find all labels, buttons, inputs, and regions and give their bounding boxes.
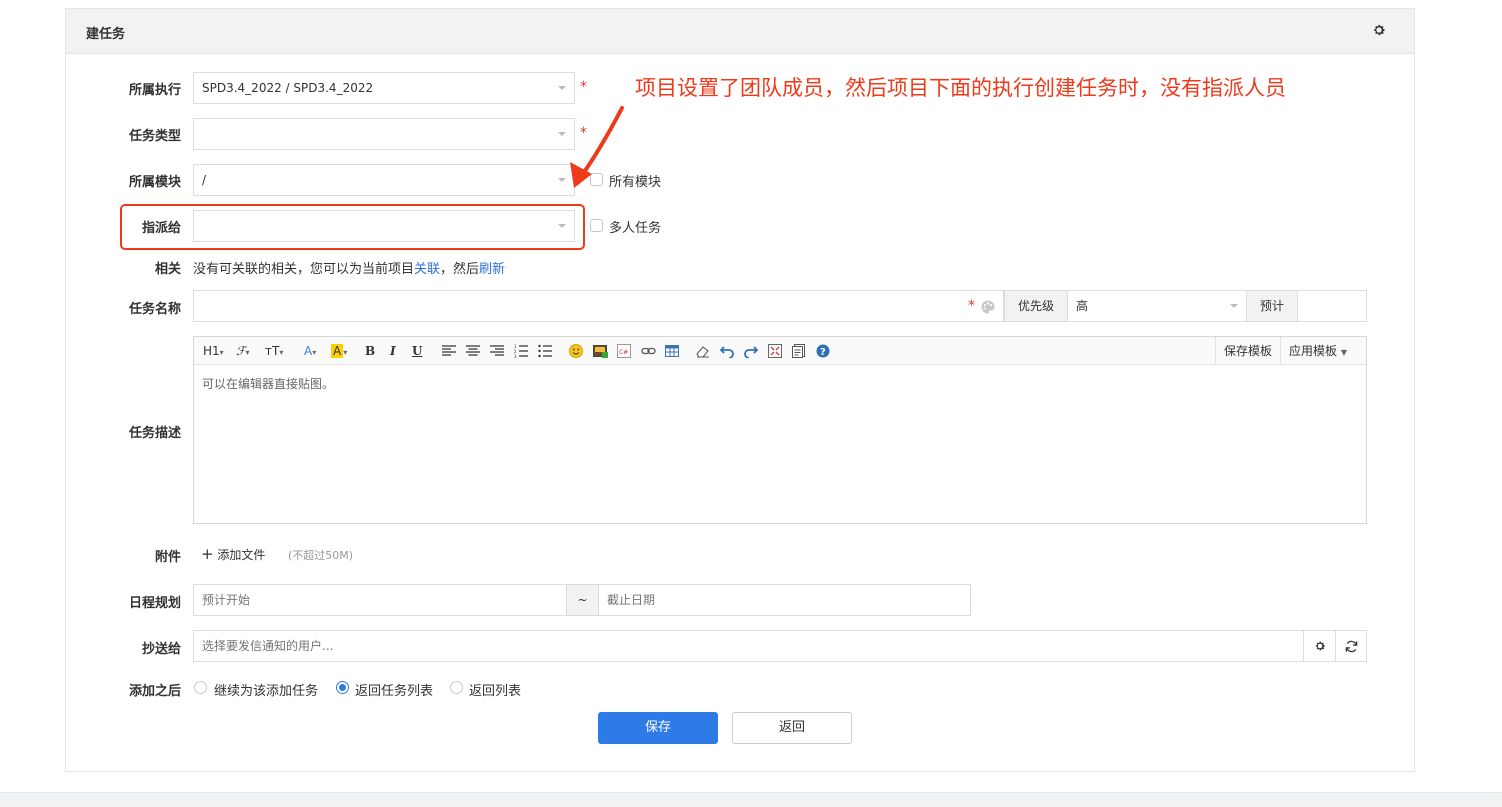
font-color-button[interactable]: A▾: [304, 343, 316, 359]
related-middle: ，然后: [440, 262, 480, 277]
unordered-list-icon[interactable]: [538, 344, 552, 358]
radio-back-to-list[interactable]: [450, 681, 463, 694]
execution-value: SPD3.4_2022 / SPD3.4_2022: [202, 81, 374, 95]
multi-task-label: 多人任务: [609, 221, 662, 236]
italic-button[interactable]: I: [390, 343, 396, 359]
bg-color-text: A: [331, 344, 344, 358]
editor-placeholder: 可以在编辑器直接贴图。: [202, 377, 335, 391]
radio-back-to-task-list-label: 返回任务列表: [355, 684, 434, 699]
panel-header: 建任务: [66, 9, 1414, 54]
palette-icon[interactable]: [980, 299, 996, 315]
back-button[interactable]: 返回: [732, 712, 852, 744]
rich-text-editor[interactable]: H1▾ ℱ▾ тT▾ A▾ A ▾ B I U 123 C# ? 保存模板 应用…: [193, 336, 1367, 524]
execution-select[interactable]: SPD3.4_2022 / SPD3.4_2022: [193, 72, 575, 104]
eraser-icon[interactable]: [696, 344, 710, 358]
add-file-button[interactable]: + 添加文件: [201, 546, 265, 563]
radio-continue-label: 继续为该添加任务: [214, 684, 319, 699]
font-size-button[interactable]: тT▾: [265, 343, 283, 359]
task-name-input[interactable]: [193, 290, 1004, 322]
end-date-input[interactable]: [598, 584, 971, 616]
save-template-button[interactable]: 保存模板: [1214, 337, 1280, 365]
module-label: 所属模块: [128, 175, 181, 190]
multi-task-checkbox[interactable]: [590, 219, 603, 232]
cc-label: 抄送给: [141, 642, 181, 657]
priority-addon: 优先级: [1004, 290, 1068, 322]
link-related[interactable]: 关联: [414, 262, 440, 277]
bold-button[interactable]: B: [365, 343, 375, 359]
code-icon[interactable]: C#: [617, 344, 631, 358]
page-footer-bar: [0, 792, 1502, 807]
bg-color-button[interactable]: A ▾: [331, 343, 347, 359]
related-text: 没有可关联的相关，您可以为当前项目关联，然后刷新: [193, 258, 505, 277]
table-icon[interactable]: [665, 344, 679, 358]
align-center-icon[interactable]: [466, 345, 480, 357]
radio-back-to-task-list[interactable]: [336, 681, 349, 694]
start-date-input[interactable]: [193, 584, 567, 616]
plus-icon: +: [201, 545, 214, 563]
svg-text:C#: C#: [619, 349, 628, 356]
attachment-label: 附件: [154, 550, 181, 565]
radio-back-to-list-label: 返回列表: [469, 684, 522, 699]
template-icon[interactable]: [792, 344, 806, 358]
align-left-icon[interactable]: [442, 345, 456, 357]
link-refresh[interactable]: 刷新: [479, 262, 505, 277]
cc-refresh-button[interactable]: [1335, 630, 1367, 662]
task-type-label: 任务类型: [128, 129, 181, 144]
estimate-addon: 预计: [1246, 290, 1298, 322]
chevron-down-icon: [558, 86, 566, 90]
font-size-text: тT: [265, 344, 280, 358]
annotation-highlight-box: [120, 204, 585, 250]
annotation-arrow-icon: [570, 106, 624, 188]
font-color-text: A: [304, 344, 313, 358]
priority-value: 高: [1076, 299, 1089, 313]
apply-template-label: 应用模板: [1289, 344, 1338, 358]
image-icon[interactable]: [593, 344, 608, 358]
task-type-select[interactable]: [193, 118, 575, 150]
priority-select[interactable]: 高: [1067, 290, 1247, 322]
required-mark: *: [968, 298, 975, 314]
refresh-icon: [1345, 640, 1357, 653]
description-label: 任务描述: [128, 426, 181, 441]
panel-title: 建任务: [86, 27, 126, 42]
gear-icon: [1315, 641, 1325, 651]
help-icon[interactable]: ?: [816, 344, 830, 358]
underline-button[interactable]: U: [412, 343, 422, 359]
heading-button[interactable]: H1▾: [203, 343, 224, 359]
attachment-limit: (不超过50M): [288, 549, 354, 562]
font-family-button[interactable]: ℱ▾: [236, 343, 249, 359]
estimate-input[interactable]: [1297, 290, 1367, 322]
chevron-down-icon: [1230, 304, 1238, 308]
gear-icon[interactable]: [1372, 23, 1386, 37]
fullscreen-icon[interactable]: [768, 344, 782, 358]
after-add-label: 添加之后: [128, 684, 181, 699]
editor-toolbar: H1▾ ℱ▾ тT▾ A▾ A ▾ B I U 123 C# ? 保存模板 应用…: [194, 337, 1366, 365]
svg-text:3: 3: [514, 354, 517, 358]
cc-user-input[interactable]: [193, 630, 1304, 662]
add-file-label: 添加文件: [217, 548, 266, 562]
cc-settings-button[interactable]: [1303, 630, 1336, 662]
required-mark: *: [580, 79, 587, 95]
schedule-label: 日程规划: [128, 596, 181, 611]
align-right-icon[interactable]: [490, 345, 504, 357]
ordered-list-icon[interactable]: 123: [514, 344, 528, 358]
emoji-icon[interactable]: [569, 344, 583, 358]
module-select[interactable]: /: [193, 164, 575, 196]
module-value: /: [202, 173, 207, 187]
related-message: 没有可关联的相关，您可以为当前项目: [193, 262, 415, 277]
save-button[interactable]: 保存: [598, 712, 718, 744]
task-name-label: 任务名称: [128, 302, 181, 317]
annotation-text: 项目设置了团队成员，然后项目下面的执行创建任务时，没有指派人员: [635, 76, 1286, 100]
link-icon[interactable]: [641, 344, 656, 358]
heading-text: H1: [203, 344, 220, 358]
svg-text:?: ?: [820, 347, 826, 358]
apply-template-button[interactable]: 应用模板 ▼: [1280, 337, 1366, 365]
date-separator: ~: [566, 584, 599, 616]
radio-continue[interactable]: [194, 681, 207, 694]
redo-icon[interactable]: [744, 344, 758, 358]
related-label: 相关: [154, 262, 181, 277]
undo-icon[interactable]: [720, 344, 734, 358]
create-task-panel: 建任务 所属执行 SPD3.4_2022 / SPD3.4_2022 * 任务类…: [65, 8, 1415, 772]
execution-label: 所属执行: [128, 83, 181, 98]
